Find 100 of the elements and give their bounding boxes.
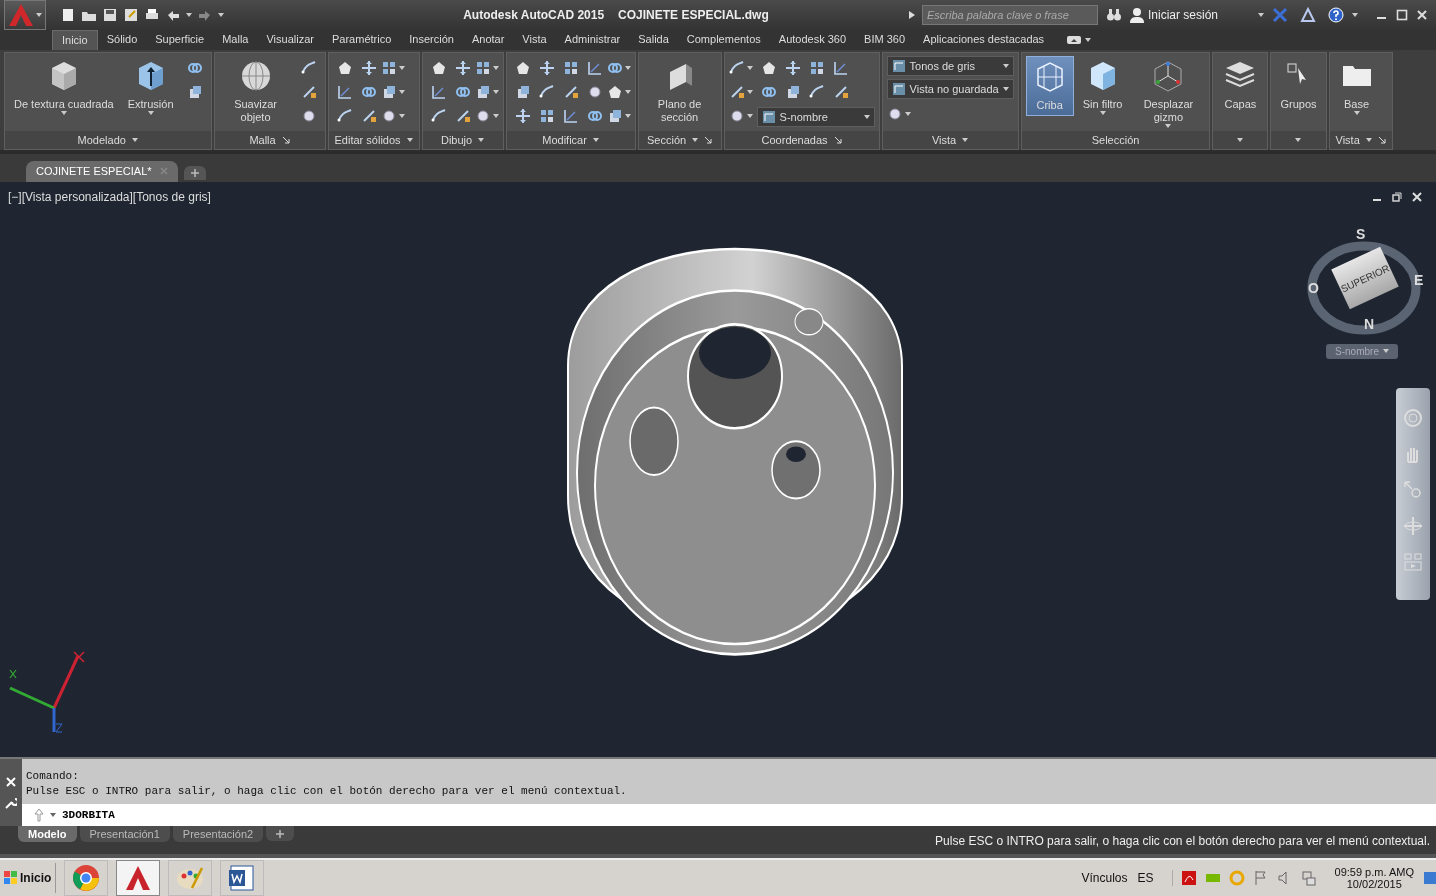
panel-title[interactable]: Vista (932, 133, 957, 146)
new-tab-button[interactable] (183, 165, 206, 180)
new-file-icon[interactable] (60, 7, 76, 23)
dropdown[interactable]: S-nombre (756, 106, 875, 127)
pdf-icon[interactable] (1180, 870, 1197, 886)
show-desktop-icon[interactable] (1424, 870, 1436, 886)
ribbon-tab[interactable]: Visualizar (257, 30, 323, 50)
ribbon-tab[interactable]: Complementos (677, 30, 770, 50)
move-arrows-icon[interactable] (538, 59, 555, 76)
pentagon-icon[interactable] (430, 59, 447, 76)
tool-button[interactable]: Desplazar gizmo (1131, 55, 1206, 131)
tool-button[interactable]: Extrusión (122, 55, 179, 118)
flag-icon[interactable] (1252, 870, 1269, 886)
layout-tab[interactable]: Presentación2 (172, 826, 264, 843)
tool-button[interactable]: Grupos (1275, 55, 1322, 114)
tool-button[interactable]: Criba (1025, 55, 1074, 116)
axis-icon[interactable] (586, 59, 603, 76)
restore-icon[interactable] (1392, 191, 1402, 202)
circle-icon[interactable] (728, 107, 745, 124)
grid-squares-icon[interactable] (380, 59, 397, 76)
panel-title[interactable]: Dibujo (441, 133, 473, 146)
document-tab[interactable]: COJINETE ESPECIAL* (26, 160, 178, 182)
taskbar-app-button[interactable] (64, 860, 109, 896)
axis-icon[interactable] (832, 59, 849, 76)
panel-title[interactable]: Malla (249, 133, 276, 146)
save-icon[interactable] (102, 7, 118, 23)
circle-icon[interactable] (474, 107, 491, 124)
panel-title[interactable]: Modelado (77, 133, 126, 146)
curve-icon[interactable] (430, 107, 447, 124)
application-button[interactable] (4, 0, 46, 30)
caret-icon[interactable] (50, 813, 56, 818)
axis-icon[interactable] (336, 83, 353, 100)
clock[interactable]: 09:59 p.m. AMQ 10/02/2015 (1334, 866, 1414, 890)
grid-squares-icon[interactable] (808, 59, 825, 76)
sign-in-button[interactable]: Iniciar sesión (1129, 7, 1218, 23)
ribbon-tab[interactable]: Paramétrico (323, 30, 401, 50)
search-field[interactable]: Escriba palabra clave o frase (921, 5, 1098, 25)
launcher-icon[interactable] (281, 135, 290, 144)
grid-squares-icon[interactable] (538, 107, 555, 124)
wrench-icon[interactable] (5, 796, 17, 809)
taskbar-app-button[interactable] (220, 860, 265, 896)
ribbon-tab[interactable]: Salida (629, 30, 678, 50)
tool-button[interactable]: Capas (1217, 55, 1264, 114)
maximize-icon[interactable] (1396, 9, 1408, 21)
panel-title[interactable]: Selección (1091, 133, 1140, 146)
ribbon-tab[interactable]: Sólido (97, 30, 147, 50)
help-icon[interactable] (1328, 7, 1344, 23)
panel-title[interactable]: Coordenadas (761, 133, 828, 146)
ribbon-tab[interactable]: Inserción (400, 30, 463, 50)
ribbon-tab[interactable]: Autodesk 360 (769, 30, 856, 50)
pentagon-icon[interactable] (760, 59, 777, 76)
launcher-icon[interactable] (833, 135, 842, 144)
curve-icon[interactable] (300, 59, 317, 76)
dropdown[interactable]: Tonos de gris (886, 55, 1014, 76)
circle-icon[interactable] (300, 107, 317, 124)
move-arrows-icon[interactable] (360, 59, 377, 76)
ribbon-tab[interactable]: Aplicaciones destacadas (914, 30, 1054, 50)
tool-button[interactable]: Plano de sección (642, 55, 717, 127)
taskbar-app-button[interactable] (116, 860, 161, 896)
binoculars-icon[interactable] (1105, 7, 1122, 23)
compass-label[interactable]: O (1308, 279, 1319, 296)
pentagon-icon[interactable] (606, 83, 623, 100)
command-line-field[interactable]: 3DORBITA (22, 804, 1436, 827)
tool-button[interactable]: De textura cuadrada (9, 55, 119, 118)
circle-icon[interactable] (586, 83, 603, 100)
circle-icon[interactable] (380, 107, 397, 124)
ribbon-tab[interactable]: Administrar (555, 30, 630, 50)
language-indicator[interactable]: ES (1137, 871, 1154, 885)
tool-button[interactable]: Base (1333, 55, 1380, 118)
layout-tab[interactable]: Presentación1 (79, 826, 170, 843)
triangle-network-icon[interactable] (1300, 7, 1316, 23)
panel-title[interactable]: Vista (1335, 133, 1360, 146)
network-icon[interactable] (1300, 870, 1317, 886)
ribbon-tab[interactable]: Superficie (146, 30, 214, 50)
compass-label[interactable]: S (1356, 225, 1366, 242)
move-arrows-icon[interactable] (514, 107, 531, 124)
circle-icon[interactable] (886, 105, 903, 122)
ribbon-tab[interactable]: BIM 360 (855, 30, 915, 50)
tool-button[interactable]: Suavizar objeto (218, 55, 293, 127)
move-arrows-icon[interactable] (784, 59, 801, 76)
panel-title[interactable]: Sección (647, 133, 687, 146)
compass-label[interactable]: N (1364, 315, 1375, 332)
curve-icon[interactable] (728, 59, 745, 76)
viewport-controls[interactable]: [−][Vista personalizada][Tonos de gris] (8, 189, 211, 204)
ribbon-tab[interactable]: Inicio (52, 30, 98, 50)
pentagon-icon[interactable] (514, 59, 531, 76)
ribbon-tab[interactable]: Malla (213, 30, 258, 50)
panel-title[interactable]: Modificar (542, 133, 587, 146)
command-window-handle[interactable] (0, 759, 22, 827)
save-as-icon[interactable] (123, 7, 139, 23)
launcher-icon[interactable] (1377, 135, 1386, 144)
grid-squares-icon[interactable] (474, 59, 491, 76)
ribbon-tab[interactable]: Anotar (462, 30, 514, 50)
curve-icon[interactable] (336, 107, 353, 124)
play-icon[interactable] (907, 10, 916, 20)
dropdown[interactable]: Vista no guardada (886, 78, 1014, 99)
ribbon-tab[interactable]: Vista (513, 30, 556, 50)
move-arrows-icon[interactable] (454, 59, 471, 76)
curve-icon[interactable] (808, 83, 825, 100)
arrow-up-icon[interactable] (34, 808, 44, 823)
